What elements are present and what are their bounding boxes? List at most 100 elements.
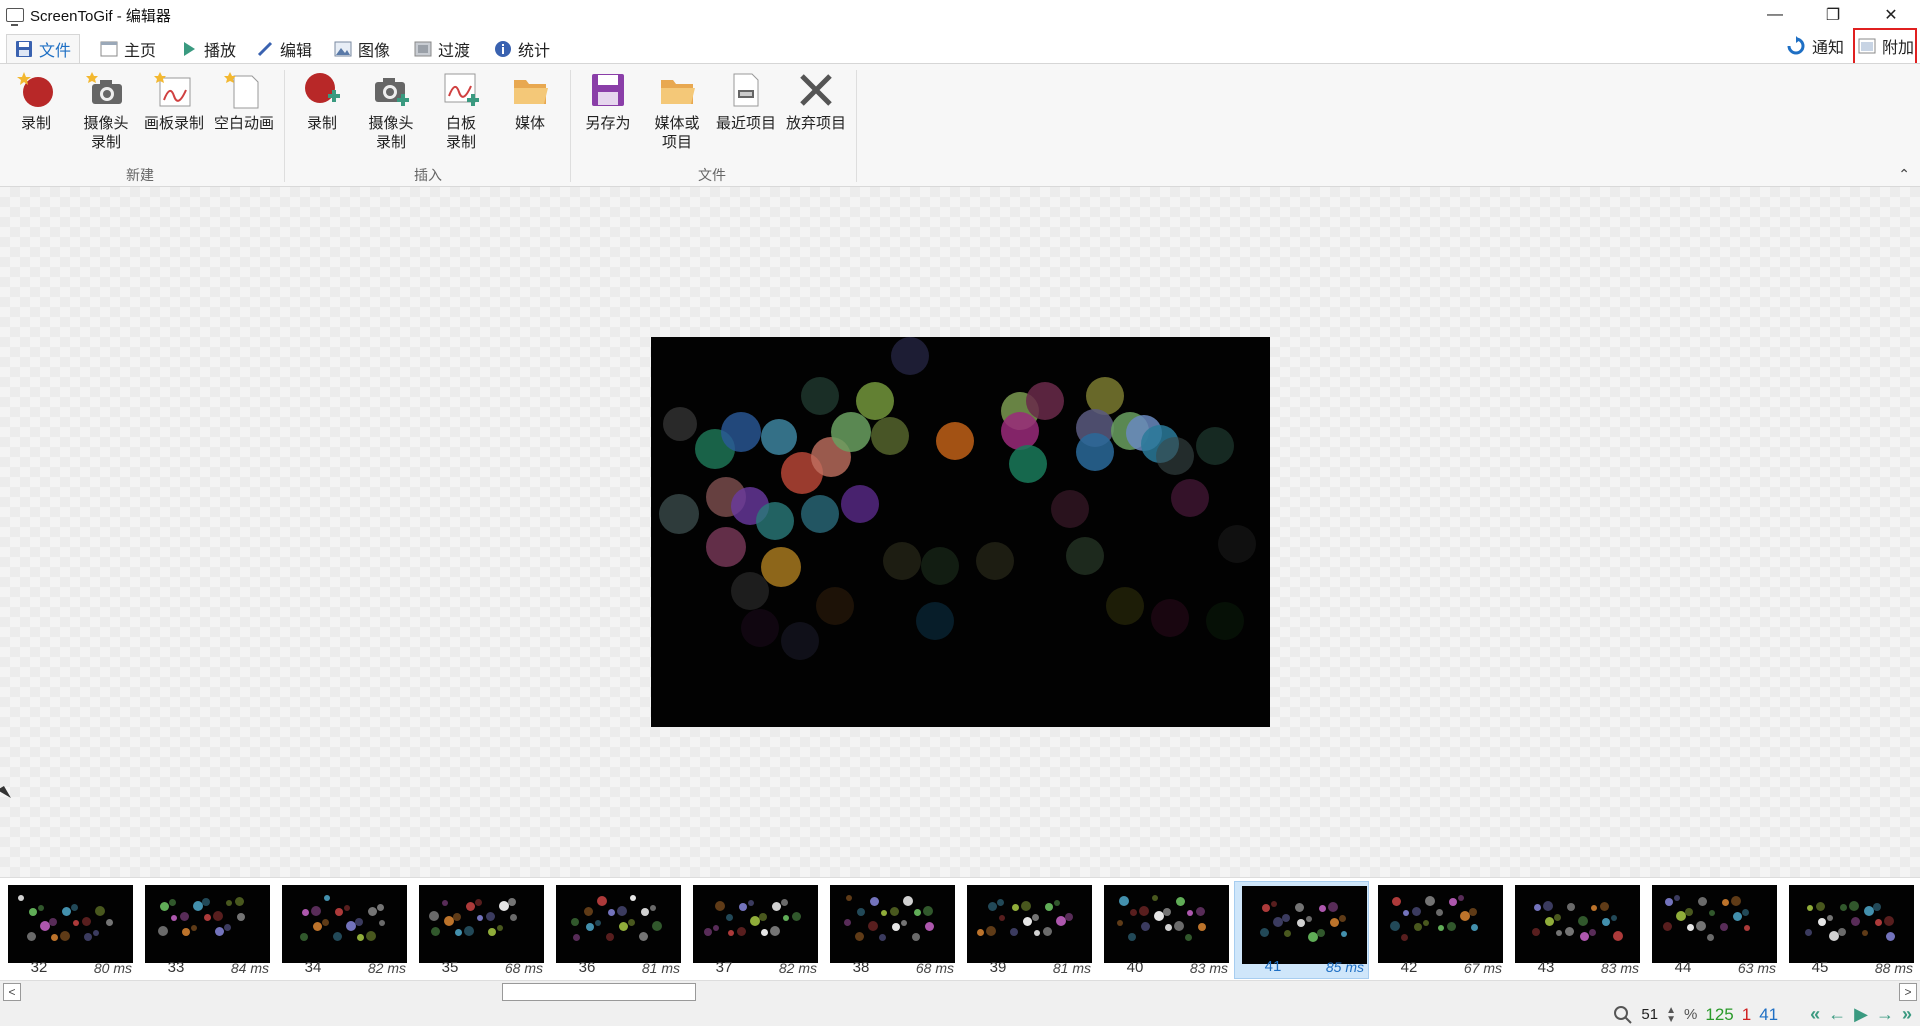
insert-webcam-record-button[interactable]: 摄像头 录制 <box>357 70 425 152</box>
play-frames-icon[interactable]: ▶ <box>1854 1004 1868 1025</box>
thumbnail-bokeh-dot <box>1565 927 1574 936</box>
media-or-project-button[interactable]: 媒体或 项目 <box>643 70 711 152</box>
thumbnail-bokeh-dot <box>1578 916 1588 926</box>
thumbnail-bokeh-dot <box>1818 918 1826 926</box>
thumbnail-bokeh-dot <box>38 905 44 911</box>
thumbnail-bokeh-dot <box>571 918 579 926</box>
thumbnail-bokeh-dot <box>1436 909 1443 916</box>
thumbnail-bokeh-dot <box>84 933 92 941</box>
timeline-scrollbar[interactable]: < > <box>0 980 1920 1002</box>
image-icon <box>334 41 352 56</box>
last-frame-icon[interactable]: » <box>1902 1004 1912 1025</box>
frame-thumbnail[interactable]: 32 80 ms <box>1 881 136 979</box>
thumbnail-bokeh-dot <box>431 927 440 936</box>
frame-thumbnail[interactable]: 35 68 ms <box>412 881 547 979</box>
tab-home[interactable]: 主页 <box>92 34 164 63</box>
frame-duration[interactable]: 83 ms <box>1190 960 1228 976</box>
floppy-icon <box>16 41 32 57</box>
frame-thumbnail[interactable]: 45 88 ms <box>1782 881 1917 979</box>
recent-document-icon <box>733 73 759 107</box>
selected-count: 1 <box>1741 1004 1752 1024</box>
bokeh-light <box>916 602 954 640</box>
tab-image[interactable]: 图像 <box>326 34 398 63</box>
save-as-button[interactable]: 另存为 <box>574 70 642 133</box>
discard-project-button[interactable]: 放弃项目 <box>782 70 850 133</box>
frame-duration[interactable]: 83 ms <box>1601 960 1639 976</box>
thumbnail-bokeh-dot <box>846 895 852 901</box>
tab-play[interactable]: 播放 <box>172 34 244 63</box>
frame-thumbnail[interactable]: 37 82 ms <box>686 881 821 979</box>
frame-thumbnail[interactable]: 44 63 ms <box>1645 881 1780 979</box>
frame-duration[interactable]: 81 ms <box>1053 960 1091 976</box>
frame-duration[interactable]: 68 ms <box>916 960 954 976</box>
insert-record-button[interactable]: 录制 <box>288 70 356 133</box>
thumbnail-bokeh-dot <box>1532 928 1540 936</box>
next-frame-icon[interactable]: → <box>1876 1004 1894 1025</box>
frame-thumbnail-image <box>556 885 681 963</box>
restore-button[interactable]: ❐ <box>1804 0 1862 30</box>
frame-duration[interactable]: 80 ms <box>94 960 132 976</box>
frame-duration[interactable]: 82 ms <box>368 960 406 976</box>
frame-duration[interactable]: 63 ms <box>1738 960 1776 976</box>
scroll-left-button[interactable]: < <box>3 983 21 1001</box>
tab-transition[interactable]: 过渡 <box>406 34 478 63</box>
first-frame-icon[interactable]: « <box>1810 1004 1820 1025</box>
thumbnail-bokeh-dot <box>1613 931 1623 941</box>
frame-number: 38 <box>852 959 870 976</box>
minimize-button[interactable]: — <box>1746 0 1804 30</box>
thumbnail-bokeh-dot <box>1447 922 1456 931</box>
bokeh-light <box>856 382 894 420</box>
tab-file[interactable]: 文件 <box>6 34 81 63</box>
frame-thumbnail[interactable]: 39 81 ms <box>960 881 1095 979</box>
thumbnail-bokeh-dot <box>29 908 37 916</box>
close-button[interactable]: ✕ <box>1862 0 1920 30</box>
bokeh-light <box>801 377 839 415</box>
thumbnail-bokeh-dot <box>772 902 781 911</box>
board-record-button[interactable]: 画板录制 <box>140 70 208 133</box>
thumbnail-bokeh-dot <box>726 914 733 921</box>
thumbnail-bokeh-dot <box>1567 903 1575 911</box>
notify-label: 通知 <box>1812 40 1845 57</box>
frame-duration[interactable]: 85 ms <box>1326 959 1364 975</box>
frame-duration[interactable]: 81 ms <box>642 960 680 976</box>
thumbnail-bokeh-dot <box>759 913 767 921</box>
tab-statistics[interactable]: 统计 <box>486 34 558 63</box>
collapse-ribbon-button[interactable]: ⌃ <box>1898 166 1910 183</box>
open-folder-icon <box>661 80 695 104</box>
thumbnail-bokeh-dot <box>1840 904 1847 911</box>
thumbnail-bokeh-dot <box>881 910 887 916</box>
record-button[interactable]: 录制 <box>2 70 70 133</box>
frame-thumbnail[interactable]: 34 82 ms <box>275 881 410 979</box>
zoom-stepper-icon[interactable]: ▲ ▼ <box>1666 1005 1676 1024</box>
frame-thumbnail[interactable]: 38 68 ms <box>823 881 958 979</box>
blank-animation-button[interactable]: 空白动画 <box>210 70 278 133</box>
recent-projects-button[interactable]: 最近项目 <box>712 70 780 133</box>
previous-frame-icon[interactable]: ← <box>1828 1004 1846 1025</box>
frame-duration[interactable]: 67 ms <box>1464 960 1502 976</box>
status-bar: 51 ▲ ▼ % 125 1 41 « ← ▶ → » <box>0 1002 1920 1026</box>
insert-media-button[interactable]: 媒体 <box>496 70 564 133</box>
frame-thumbnail[interactable]: 40 83 ms <box>1097 881 1232 979</box>
frame-thumbnail[interactable]: 43 83 ms <box>1508 881 1643 979</box>
frame-duration[interactable]: 82 ms <box>779 960 817 976</box>
frame-thumbnail[interactable]: 36 81 ms <box>549 881 684 979</box>
bokeh-light <box>721 412 761 452</box>
frame-thumbnail[interactable]: 33 84 ms <box>138 881 273 979</box>
frame-duration[interactable]: 84 ms <box>231 960 269 976</box>
thumbnail-bokeh-dot <box>1805 929 1812 936</box>
scroll-right-button[interactable]: > <box>1899 983 1917 1001</box>
thumbnail-bokeh-dot <box>1139 906 1149 916</box>
thumbnail-bokeh-dot <box>1720 923 1728 931</box>
webcam-record-button[interactable]: 摄像头 录制 <box>72 70 140 152</box>
notifications-button[interactable]: 通知 <box>1786 34 1844 58</box>
thumbnail-bokeh-dot <box>508 898 516 906</box>
frame-duration[interactable]: 68 ms <box>505 960 543 976</box>
frame-thumbnail[interactable]: 42 67 ms <box>1371 881 1506 979</box>
frame-duration[interactable]: 88 ms <box>1875 960 1913 976</box>
insert-board-record-button[interactable]: 白板 录制 <box>427 70 495 152</box>
zoom-value[interactable]: 51 <box>1641 1006 1658 1023</box>
tab-edit[interactable]: 编辑 <box>248 34 320 63</box>
thumbnail-bokeh-dot <box>324 895 330 901</box>
scroll-thumb[interactable] <box>502 983 696 1001</box>
frame-thumbnail[interactable]: 41 85 ms <box>1234 881 1369 979</box>
